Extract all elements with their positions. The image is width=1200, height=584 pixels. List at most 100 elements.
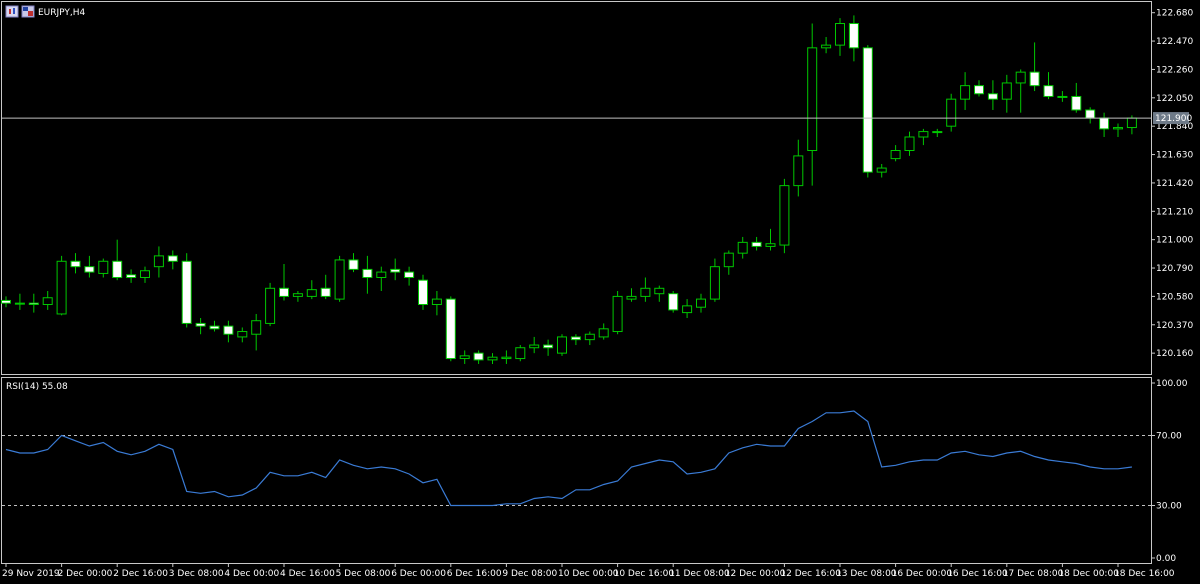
candle-body [584,333,595,341]
candle-body [1043,85,1054,97]
flag-icon[interactable] [21,5,35,18]
time-tick-label: 18 Dec 16:00 [1114,569,1175,579]
candle-body [737,241,748,254]
candle-body [626,295,637,300]
time-tick-label: 3 Dec 08:00 [169,569,224,579]
rsi-indicator-label: RSI(14) 55.08 [6,382,68,392]
candle [265,282,276,327]
candle-body [987,93,998,100]
time-tick-label: 11 Dec 08:00 [669,569,730,579]
time-tick-label: 16 Dec 00:00 [892,569,953,579]
rsi-tick-label: 0.00 [1156,554,1176,564]
time-tick-label: 2 Dec 00:00 [58,569,113,579]
candle-body [918,131,929,138]
candle-body [557,336,567,354]
candle-body [334,259,345,300]
candle-body [167,255,178,262]
price-tick-label: 122.050 [1156,94,1193,104]
candle-body [431,298,442,306]
candle [181,253,192,328]
time-tick-label: 17 Dec 08:00 [1003,569,1064,579]
candle [946,93,957,132]
time-tick-label: 9 Dec 08:00 [502,569,557,579]
candle-body [723,252,734,268]
candle [779,178,790,254]
candle-body [1126,117,1137,129]
candle-body [376,271,387,278]
price-tick-label: 121.000 [1156,236,1193,246]
candle-body [501,356,512,360]
chart-window[interactable]: EURJPY,H4 122.680 122.470 122.260 122.050 12… [0,0,1200,584]
time-tick-label: 10 Dec 16:00 [614,569,675,579]
candle-body [473,352,484,361]
rsi-tick-label: 100.00 [1156,379,1188,389]
candle-body [487,356,498,361]
candle-body [126,274,137,278]
candle-body [876,167,887,173]
candle [515,345,526,362]
candle-body [1113,127,1123,130]
candle-body [14,302,25,305]
candle-body [862,47,873,173]
price-tick-label: 122.470 [1156,37,1193,47]
time-tick-label: 16 Dec 16:00 [947,569,1008,579]
candle-body [42,297,53,306]
candle-body [682,305,693,314]
candle-body [306,289,317,297]
candle-body [292,293,303,297]
candle-body [56,260,67,315]
candle-body [153,255,164,268]
time-tick-label: 18 Dec 00:00 [1058,569,1119,579]
candle-body [320,287,331,297]
time-tick-label: 2 Dec 16:00 [113,569,168,579]
candle-body [209,325,220,330]
candle-body [181,260,192,324]
candle-body [696,298,706,308]
candle [56,255,67,316]
symbol-title: EURJPY,H4 [38,8,86,18]
candle [612,290,623,335]
candle-body [1029,71,1040,87]
rsi-tick-label: 70.00 [1156,432,1182,442]
candle-body [223,325,234,335]
time-tick-label: 12 Dec 00:00 [725,569,786,579]
candle-body [543,344,554,349]
candle-body [348,259,359,270]
time-tick-label: 10 Dec 00:00 [558,569,619,579]
price-tick-label: 122.680 [1156,9,1193,19]
candle-body [1071,95,1082,111]
candle [445,296,456,362]
candle-body [751,241,762,247]
candle-body [807,47,818,151]
price-tick-label: 120.790 [1156,264,1193,274]
candle-body [835,23,845,46]
price-tick-label: 121.210 [1156,207,1193,217]
candle-body [974,85,984,95]
candle-body [598,328,609,338]
candle-body [932,131,943,134]
candle-body [765,243,776,247]
candle-body [1085,109,1096,119]
candle-body [279,287,289,297]
candle-body [362,268,373,278]
candle-body [251,320,262,335]
chart-type-icon[interactable] [5,5,19,18]
price-tick-label: 120.580 [1156,292,1193,302]
chart-background [0,0,1200,584]
candle [557,334,567,356]
candle-body [404,271,415,278]
candle-body [654,287,665,295]
time-tick-label: 6 Dec 00:00 [391,569,446,579]
candle-body [28,302,39,306]
candle-body [98,260,109,274]
candle-body [890,149,901,160]
candle-body [793,155,804,187]
candle-body [265,287,276,324]
candle-body [946,98,957,127]
candle [334,255,345,302]
candle-body [195,322,206,327]
candle-body [390,268,401,273]
time-tick-label: 29 Nov 2019 [2,569,60,579]
candle-body [709,266,720,300]
time-tick-label: 6 Dec 16:00 [447,569,502,579]
